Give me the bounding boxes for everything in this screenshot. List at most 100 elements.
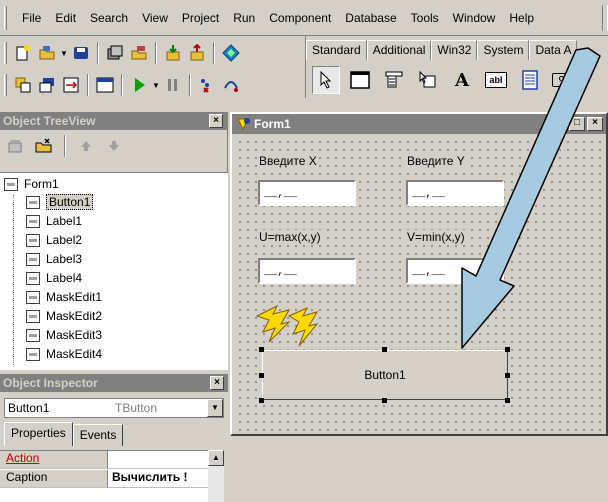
chevron-down-icon[interactable]: ▼ — [59, 49, 69, 58]
menu-database[interactable]: Database — [338, 11, 403, 25]
treeview-toolbar — [0, 130, 227, 162]
maskedit-icon — [26, 347, 40, 361]
tab-events[interactable]: Events — [72, 424, 124, 446]
label-icon — [26, 252, 40, 266]
object-selector[interactable]: Button1 TButton ▼ — [4, 398, 224, 418]
toolbar-grip[interactable] — [4, 42, 7, 64]
main-menu-icon[interactable] — [380, 66, 408, 94]
maskedit-icon — [26, 290, 40, 304]
toolbar-separator — [121, 74, 123, 96]
tree-node-label: Label2 — [46, 233, 83, 247]
resize-handle[interactable] — [382, 347, 387, 352]
new-form-icon[interactable] — [94, 74, 116, 96]
maskedit-icon — [26, 328, 40, 342]
new-icon[interactable] — [12, 42, 34, 64]
run-icon[interactable] — [128, 74, 150, 96]
toolbar-separator — [213, 42, 215, 64]
resize-handle[interactable] — [505, 373, 510, 378]
menu-help[interactable]: Help — [502, 11, 541, 25]
tree-line — [13, 195, 14, 365]
tree-node-label: Label4 — [46, 271, 83, 285]
menu-tools[interactable]: Tools — [404, 11, 446, 25]
toolbar-separator — [97, 42, 99, 64]
toolbar-grip[interactable] — [4, 74, 7, 96]
maskedit-x[interactable]: __,__ — [258, 180, 356, 206]
pointer-icon[interactable] — [312, 66, 340, 94]
form-icon — [4, 177, 18, 191]
component-tree: Form1 Button1 Label1 Label2 Label3 Label… — [0, 172, 228, 370]
menu-file[interactable]: File — [15, 11, 48, 25]
property-row-action[interactable]: Action — [0, 451, 208, 469]
tree-node-label: MaskEdit4 — [46, 347, 103, 361]
menu-project[interactable]: Project — [175, 11, 226, 25]
frame-component-icon[interactable] — [346, 66, 374, 94]
palette-tab-additional[interactable]: Additional — [366, 40, 432, 60]
popup-menu-icon[interactable] — [414, 66, 442, 94]
object-name: Button1 — [8, 401, 50, 415]
tree-node-label1[interactable]: Label1 — [26, 212, 82, 230]
property-value[interactable] — [108, 451, 208, 469]
object-treeview-panel: Object TreeView × Form1 Button1 Label1 L… — [0, 112, 228, 370]
trace-into-icon[interactable] — [196, 74, 218, 96]
delphi-icon — [237, 118, 250, 131]
tree-node-maskedit2[interactable]: MaskEdit2 — [26, 307, 102, 325]
tree-node-form1[interactable]: Form1 — [4, 175, 59, 193]
menubar-grip[interactable] — [4, 5, 7, 30]
arrow-up-icon[interactable] — [75, 135, 97, 157]
menu-component[interactable]: Component — [262, 11, 338, 25]
toolbar-row-2: ▼ — [0, 70, 243, 100]
menu-search[interactable]: Search — [83, 11, 135, 25]
resize-handle[interactable] — [382, 398, 387, 403]
tree-node-maskedit3[interactable]: MaskEdit3 — [26, 326, 102, 344]
save-all-icon[interactable] — [104, 42, 126, 64]
menu-bar: File Edit Search View Project Run Compon… — [0, 0, 608, 36]
step-over-icon[interactable] — [220, 74, 242, 96]
close-icon[interactable]: × — [209, 114, 223, 128]
open-project-icon[interactable] — [128, 42, 150, 64]
inspector-title: Object Inspector — [3, 376, 98, 390]
toggle-form-unit-icon[interactable] — [60, 74, 82, 96]
tab-properties[interactable]: Properties — [4, 422, 73, 446]
tree-node-label3[interactable]: Label3 — [26, 250, 82, 268]
treeview-title-bar[interactable]: Object TreeView × — [0, 112, 227, 130]
maskedit-icon — [26, 309, 40, 323]
add-file-icon[interactable] — [162, 42, 184, 64]
scroll-up-icon[interactable]: ▲ — [208, 450, 224, 466]
menu-window[interactable]: Window — [446, 11, 503, 25]
delete-icon[interactable] — [5, 135, 27, 157]
label-u-max[interactable]: U=max(x,y) — [258, 230, 322, 244]
property-row-caption[interactable]: Caption Вычислить ! — [0, 470, 208, 488]
help-contents-icon[interactable] — [220, 42, 242, 64]
tree-node-button1[interactable]: Button1 — [26, 193, 94, 211]
inspector-title-bar[interactable]: Object Inspector × — [0, 374, 228, 392]
property-value[interactable]: Вычислить ! — [108, 470, 208, 488]
menu-view[interactable]: View — [135, 11, 175, 25]
view-unit-icon[interactable] — [12, 74, 34, 96]
arrow-down-icon[interactable] — [103, 135, 125, 157]
menu-edit[interactable]: Edit — [48, 11, 83, 25]
menu-run[interactable]: Run — [226, 11, 262, 25]
open-icon[interactable] — [36, 42, 58, 64]
maskedit-u[interactable]: __,__ — [258, 258, 356, 284]
chevron-down-icon[interactable]: ▼ — [151, 81, 161, 90]
toolbar-separator — [189, 74, 191, 96]
label-enter-x[interactable]: Введите X — [258, 154, 318, 168]
tree-node-maskedit4[interactable]: MaskEdit4 — [26, 345, 102, 363]
view-form-icon[interactable] — [36, 74, 58, 96]
resize-handle[interactable] — [505, 398, 510, 403]
tree-node-maskedit1[interactable]: MaskEdit1 — [26, 288, 102, 306]
remove-file-icon[interactable] — [186, 42, 208, 64]
close-icon[interactable]: × — [210, 376, 224, 390]
palette-tab-standard[interactable]: Standard — [306, 40, 367, 60]
open-folder-icon[interactable] — [33, 135, 55, 157]
pause-icon[interactable] — [162, 74, 184, 96]
chevron-down-icon[interactable]: ▼ — [207, 399, 223, 417]
tree-node-label2[interactable]: Label2 — [26, 231, 82, 249]
property-scrollbar[interactable]: ▲ — [208, 450, 224, 502]
resize-handle[interactable] — [259, 373, 264, 378]
tree-node-label4[interactable]: Label4 — [26, 269, 82, 287]
label-icon — [26, 271, 40, 285]
resize-handle[interactable] — [259, 398, 264, 403]
save-icon[interactable] — [70, 42, 92, 64]
tree-node-label: Button1 — [46, 194, 94, 210]
